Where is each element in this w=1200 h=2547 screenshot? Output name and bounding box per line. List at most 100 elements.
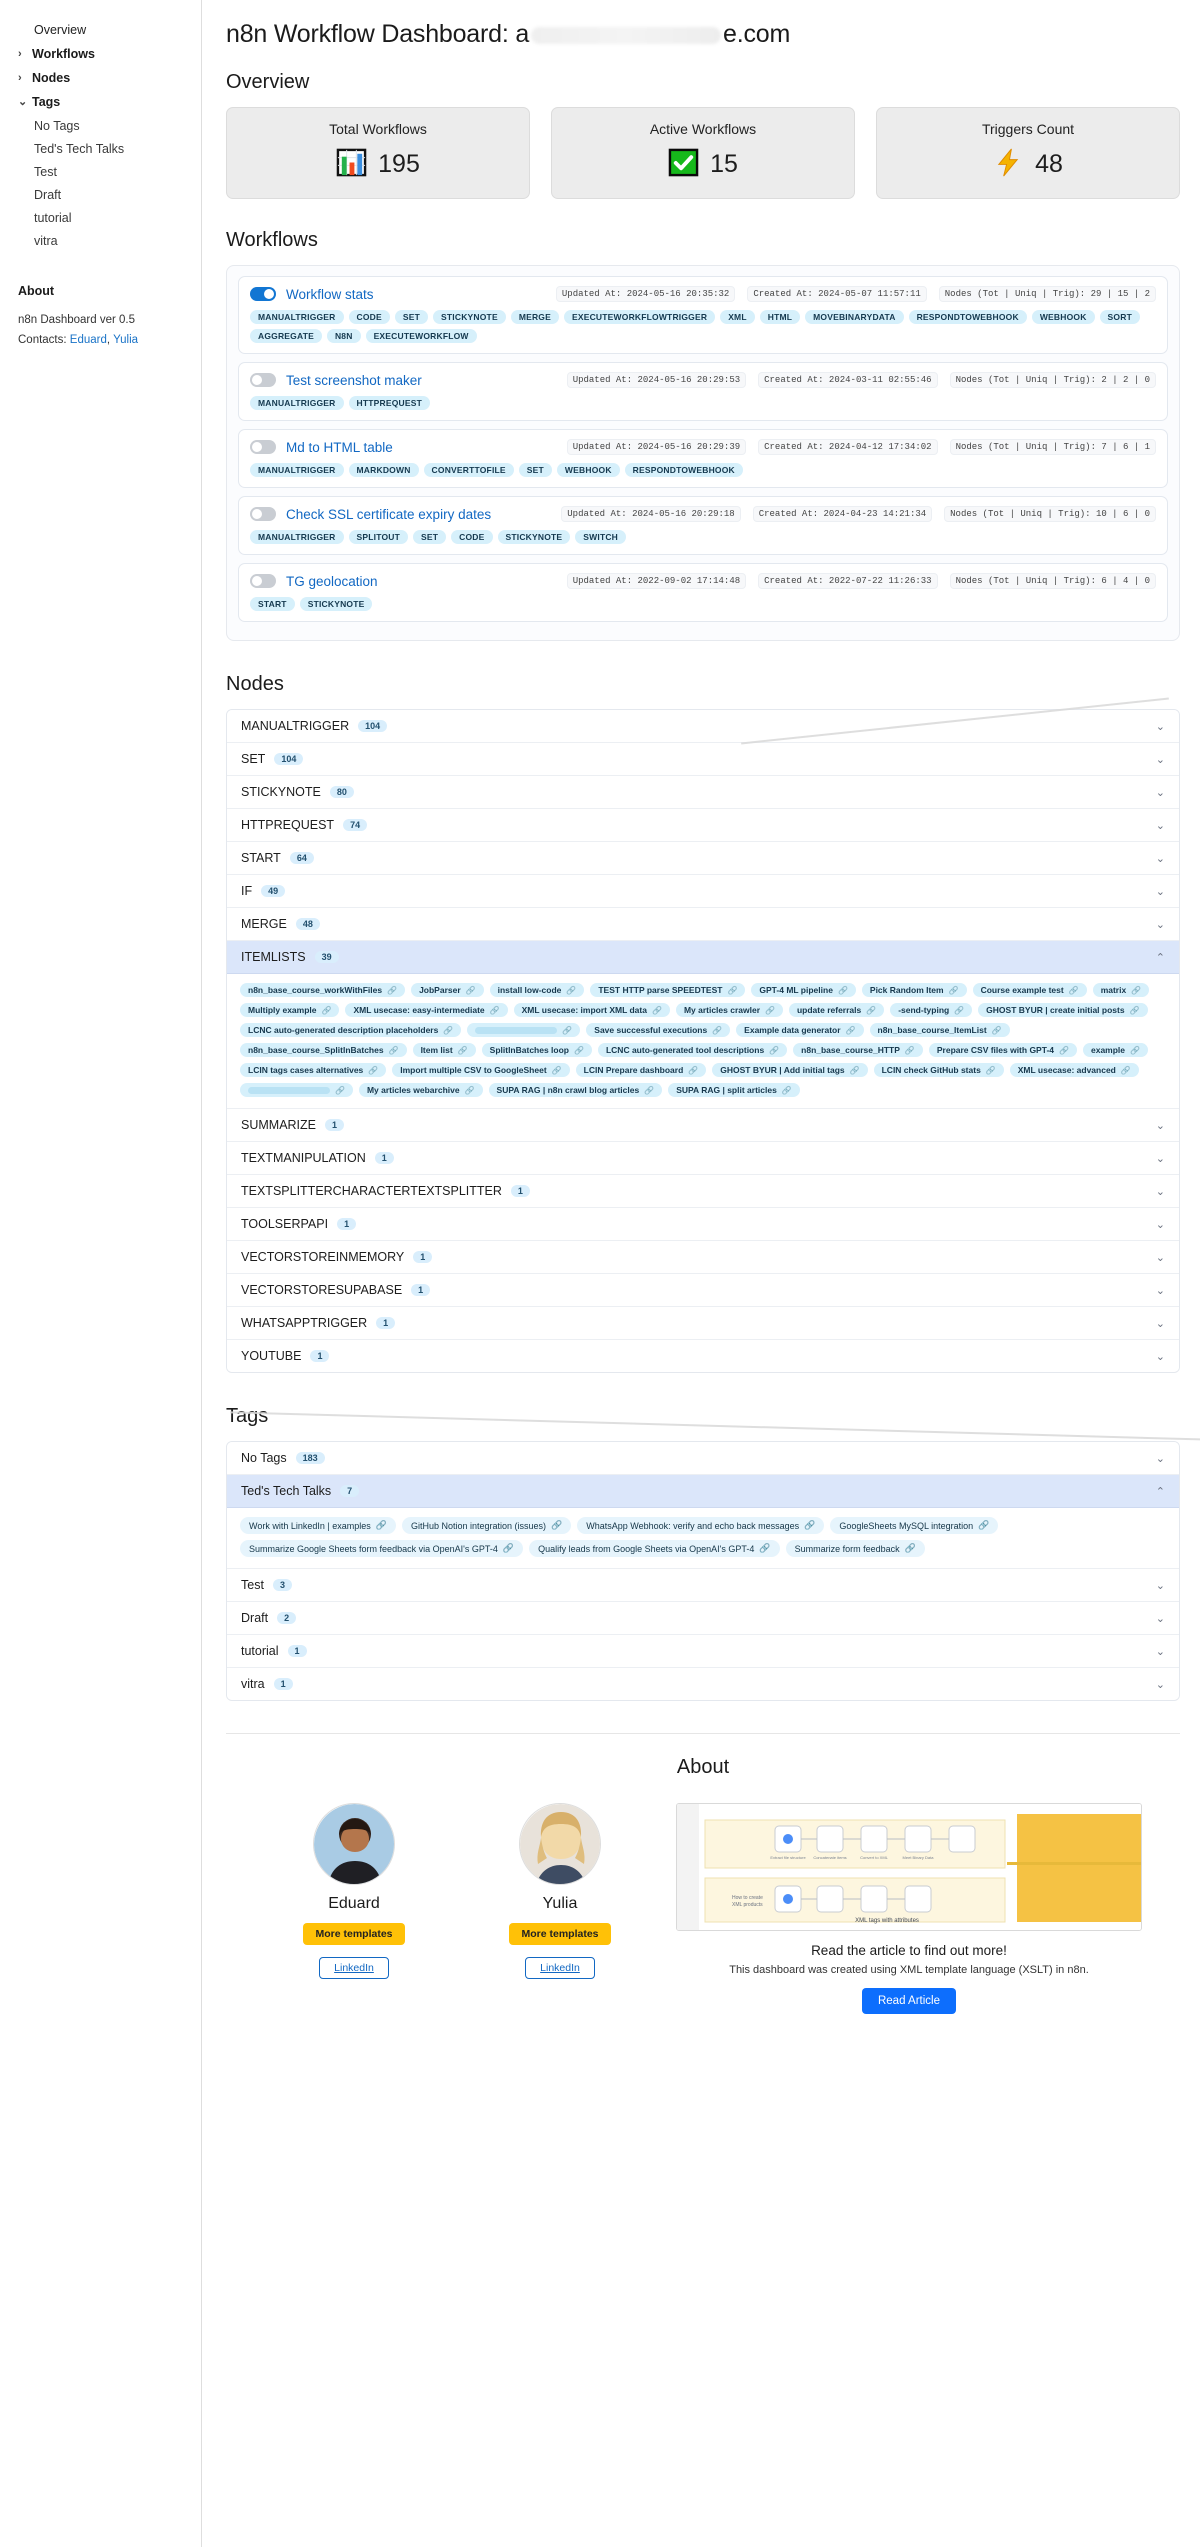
chevron-down-icon[interactable]: ⌄ <box>1156 819 1165 832</box>
workflow-link-chip[interactable]: GHOST BYUR | create initial posts 🔗 <box>978 1003 1148 1017</box>
workflow-link-chip[interactable]: 🔗 <box>240 1083 353 1097</box>
workflow-link-chip[interactable]: XML usecase: import XML data 🔗 <box>513 1003 670 1017</box>
workflow-link-chip[interactable]: XML usecase: advanced 🔗 <box>1009 1063 1139 1077</box>
chevron-down-icon[interactable]: ⌄ <box>1156 1152 1165 1165</box>
workflow-link-chip[interactable]: Prepare CSV files with GPT-4 🔗 <box>928 1043 1077 1057</box>
sidebar-tag-vitra[interactable]: vitra <box>0 229 201 252</box>
tag-group-row[interactable]: No Tags 183 ⌄ <box>227 1442 1179 1475</box>
workflow-link-chip[interactable]: SplitInBatches loop 🔗 <box>481 1043 592 1057</box>
tag-workflow-link-chip[interactable]: GoogleSheets MySQL integration 🔗 <box>830 1517 999 1534</box>
chevron-down-icon[interactable]: ⌄ <box>1156 753 1165 766</box>
workflow-link-chip[interactable]: n8n_base_course_workWithFiles 🔗 <box>240 983 406 997</box>
workflow-link-chip[interactable]: Example data generator 🔗 <box>736 1023 864 1037</box>
node-group-row[interactable]: ITEMLISTS 39 ⌃ <box>227 941 1179 974</box>
workflow-link-chip[interactable]: Item list 🔗 <box>412 1043 476 1057</box>
chevron-down-icon[interactable]: ⌄ <box>1156 1218 1165 1231</box>
node-group-row[interactable]: IF 49 ⌄ <box>227 875 1179 908</box>
more-templates-button[interactable]: More templates <box>303 1923 405 1945</box>
tag-group-row[interactable]: Ted's Tech Talks 7 ⌃ <box>227 1475 1179 1508</box>
chevron-down-icon[interactable]: ⌄ <box>1156 1350 1165 1363</box>
workflow-link-chip[interactable]: install low-code 🔗 <box>489 983 585 997</box>
workflow-link-chip[interactable]: My articles crawler 🔗 <box>675 1003 783 1017</box>
workflow-name-link[interactable]: Md to HTML table <box>286 440 393 455</box>
workflow-link-chip[interactable]: Save successful executions 🔗 <box>586 1023 731 1037</box>
workflow-link-chip[interactable]: TEST HTTP parse SPEEDTEST 🔗 <box>590 983 746 997</box>
sidebar-tag-draft[interactable]: Draft <box>0 183 201 206</box>
workflow-active-toggle[interactable] <box>250 507 276 521</box>
chevron-down-icon[interactable]: ⌄ <box>1156 1612 1165 1625</box>
chevron-down-icon[interactable]: ⌄ <box>1156 1579 1165 1592</box>
node-group-row[interactable]: STICKYNOTE 80 ⌄ <box>227 776 1179 809</box>
node-group-row[interactable]: TEXTSPLITTERCHARACTERTEXTSPLITTER 1 ⌄ <box>227 1175 1179 1208</box>
chevron-down-icon[interactable]: ⌄ <box>1156 1284 1165 1297</box>
workflow-active-toggle[interactable] <box>250 574 276 588</box>
node-group-row[interactable]: HTTPREQUEST 74 ⌄ <box>227 809 1179 842</box>
workflow-link-chip[interactable]: Import multiple CSV to GoogleSheet 🔗 <box>392 1063 570 1077</box>
node-group-row[interactable]: YOUTUBE 1 ⌄ <box>227 1340 1179 1372</box>
chevron-down-icon[interactable]: ⌄ <box>1156 1678 1165 1691</box>
sidebar-tag-tutorial[interactable]: tutorial <box>0 206 201 229</box>
sidebar-tag-no-tags[interactable]: No Tags <box>0 114 201 137</box>
chevron-down-icon[interactable]: ⌄ <box>1156 1185 1165 1198</box>
workflow-link-chip[interactable]: My articles webarchive 🔗 <box>358 1083 483 1097</box>
node-group-row[interactable]: SUMMARIZE 1 ⌄ <box>227 1109 1179 1142</box>
tag-workflow-link-chip[interactable]: GitHub Notion integration (issues) 🔗 <box>401 1517 572 1534</box>
chevron-down-icon[interactable]: ⌄ <box>1156 1645 1165 1658</box>
workflow-name-link[interactable]: TG geolocation <box>286 574 378 589</box>
workflow-link-chip[interactable]: n8n_base_course_SplitInBatches 🔗 <box>240 1043 407 1057</box>
workflow-name-link[interactable]: Test screenshot maker <box>286 373 422 388</box>
workflow-active-toggle[interactable] <box>250 373 276 387</box>
node-group-row[interactable]: START 64 ⌄ <box>227 842 1179 875</box>
workflow-link-chip[interactable]: n8n_base_course_ItemList 🔗 <box>869 1023 1010 1037</box>
chevron-down-icon[interactable]: ⌄ <box>1156 1317 1165 1330</box>
workflow-active-toggle[interactable] <box>250 440 276 454</box>
linkedin-button[interactable]: LinkedIn <box>525 1957 595 1979</box>
tag-group-row[interactable]: Test 3 ⌄ <box>227 1569 1179 1602</box>
chevron-up-icon[interactable]: ⌃ <box>1156 1485 1165 1498</box>
tag-group-row[interactable]: vitra 1 ⌄ <box>227 1668 1179 1700</box>
node-group-row[interactable]: MERGE 48 ⌄ <box>227 908 1179 941</box>
chevron-down-icon[interactable]: ⌄ <box>1156 918 1165 931</box>
node-group-row[interactable]: VECTORSTOREINMEMORY 1 ⌄ <box>227 1241 1179 1274</box>
node-group-row[interactable]: TOOLSERPAPI 1 ⌄ <box>227 1208 1179 1241</box>
workflow-link-chip[interactable]: SUPA RAG | n8n crawl blog articles 🔗 <box>488 1083 663 1097</box>
tag-group-row[interactable]: Draft 2 ⌄ <box>227 1602 1179 1635</box>
chevron-down-icon[interactable]: ⌄ <box>1156 885 1165 898</box>
workflow-link-chip[interactable]: LCNC auto-generated tool descriptions 🔗 <box>597 1043 788 1057</box>
workflow-active-toggle[interactable] <box>250 287 276 301</box>
tag-workflow-link-chip[interactable]: Work with LinkedIn | examples 🔗 <box>240 1517 396 1534</box>
workflow-name-link[interactable]: Workflow stats <box>286 287 374 302</box>
node-group-row[interactable]: VECTORSTORESUPABASE 1 ⌄ <box>227 1274 1179 1307</box>
read-article-button[interactable]: Read Article <box>861 1988 956 2014</box>
node-group-row[interactable]: MANUALTRIGGER 104 ⌄ <box>227 710 1179 743</box>
workflow-link-chip[interactable]: Pick Random Item 🔗 <box>861 983 967 997</box>
chevron-up-icon[interactable]: ⌃ <box>1156 951 1165 964</box>
tag-workflow-link-chip[interactable]: Summarize form feedback 🔗 <box>785 1540 925 1557</box>
sidebar-item-workflows[interactable]: › Workflows <box>0 42 201 66</box>
workflow-link-chip[interactable]: matrix 🔗 <box>1092 983 1150 997</box>
workflow-link-chip[interactable]: GPT-4 ML pipeline 🔗 <box>751 983 856 997</box>
workflow-link-chip[interactable]: update referrals 🔗 <box>788 1003 885 1017</box>
sidebar-item-tags[interactable]: ⌄ Tags <box>0 90 201 114</box>
contact-link-yulia[interactable]: Yulia <box>113 334 138 346</box>
linkedin-button[interactable]: LinkedIn <box>319 1957 389 1979</box>
workflow-link-chip[interactable]: GHOST BYUR | Add initial tags 🔗 <box>712 1063 868 1077</box>
workflow-link-chip[interactable]: JobParser 🔗 <box>411 983 484 997</box>
node-group-row[interactable]: TEXTMANIPULATION 1 ⌄ <box>227 1142 1179 1175</box>
chevron-down-icon[interactable]: ⌄ <box>1156 852 1165 865</box>
contact-link-eduard[interactable]: Eduard <box>70 334 107 346</box>
workflow-link-chip[interactable]: SUPA RAG | split articles 🔗 <box>668 1083 800 1097</box>
workflow-link-chip[interactable]: Course example test 🔗 <box>972 983 1087 997</box>
sidebar-item-overview[interactable]: Overview <box>0 18 201 42</box>
workflow-link-chip[interactable]: LCIN check GitHub stats 🔗 <box>873 1063 1004 1077</box>
workflow-link-chip[interactable]: LCIN Prepare dashboard 🔗 <box>575 1063 707 1077</box>
workflow-link-chip[interactable]: LCNC auto-generated description placehol… <box>240 1023 462 1037</box>
node-group-row[interactable]: WHATSAPPTRIGGER 1 ⌄ <box>227 1307 1179 1340</box>
tag-workflow-link-chip[interactable]: Summarize Google Sheets form feedback vi… <box>240 1540 524 1557</box>
workflow-name-link[interactable]: Check SSL certificate expiry dates <box>286 507 491 522</box>
sidebar-tag-ted-s-tech-talks[interactable]: Ted's Tech Talks <box>0 137 201 160</box>
sidebar-item-nodes[interactable]: › Nodes <box>0 66 201 90</box>
chevron-down-icon[interactable]: ⌄ <box>1156 1119 1165 1132</box>
sidebar-tag-test[interactable]: Test <box>0 160 201 183</box>
chevron-down-icon[interactable]: ⌄ <box>1156 1452 1165 1465</box>
